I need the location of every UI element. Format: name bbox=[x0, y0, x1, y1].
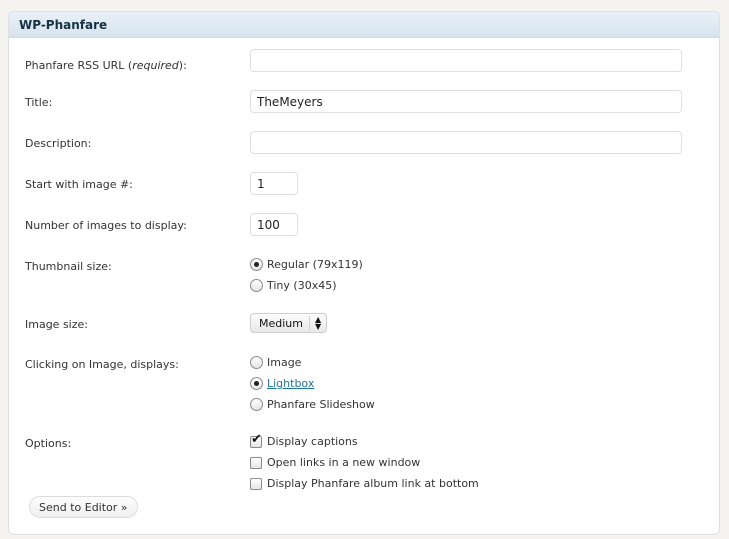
image-size-label: Image size: bbox=[25, 318, 88, 331]
description-label: Description: bbox=[25, 137, 92, 150]
options-label: Options: bbox=[25, 437, 72, 450]
num-images-label: Number of images to display: bbox=[25, 219, 187, 232]
checkbox-open-new-window[interactable] bbox=[250, 456, 262, 469]
click-option-slideshow[interactable]: Phanfare Slideshow bbox=[250, 394, 375, 415]
lightbox-link[interactable]: Lightbox bbox=[267, 377, 314, 390]
click-option-image-label: Image bbox=[267, 356, 302, 369]
num-images-input[interactable] bbox=[250, 213, 298, 236]
thumbnail-option-tiny[interactable]: Tiny (30x45) bbox=[250, 275, 363, 296]
select-arrows-icon: ▲ ▼ bbox=[308, 316, 326, 331]
option-display-captions[interactable]: Display captions bbox=[250, 431, 479, 452]
title-input[interactable] bbox=[250, 90, 682, 113]
options-group: Display captions Open links in a new win… bbox=[250, 431, 479, 494]
radio-lightbox[interactable] bbox=[250, 377, 263, 390]
thumbnail-size-group: Regular (79x119) Tiny (30x45) bbox=[250, 254, 363, 296]
rss-url-label-suffix: ): bbox=[178, 59, 187, 72]
rss-url-label-prefix: Phanfare RSS URL ( bbox=[25, 59, 133, 72]
thumbnail-option-regular-label: Regular (79x119) bbox=[267, 258, 363, 271]
image-size-value: Medium bbox=[259, 316, 303, 330]
wp-phanfare-panel: WP-Phanfare Phanfare RSS URL (required):… bbox=[8, 11, 720, 535]
rss-url-label-required: required bbox=[132, 59, 179, 72]
radio-tiny[interactable] bbox=[250, 279, 263, 292]
rss-url-input[interactable] bbox=[250, 49, 682, 72]
panel-title: WP-Phanfare bbox=[9, 12, 719, 38]
title-label: Title: bbox=[25, 96, 53, 109]
click-option-image[interactable]: Image bbox=[250, 352, 375, 373]
thumbnail-option-tiny-label: Tiny (30x45) bbox=[267, 279, 337, 292]
option-album-link[interactable]: Display Phanfare album link at bottom bbox=[250, 473, 479, 494]
image-size-select[interactable]: Medium ▲ ▼ bbox=[250, 313, 328, 333]
start-image-input[interactable] bbox=[250, 172, 298, 195]
send-to-editor-button[interactable]: Send to Editor » bbox=[29, 496, 138, 518]
description-input[interactable] bbox=[250, 131, 682, 154]
option-open-new-window-label: Open links in a new window bbox=[267, 456, 421, 469]
click-display-group: Image Lightbox Phanfare Slideshow bbox=[250, 352, 375, 415]
radio-image[interactable] bbox=[250, 356, 263, 369]
click-display-label: Clicking on Image, displays: bbox=[25, 358, 179, 371]
thumbnail-option-regular[interactable]: Regular (79x119) bbox=[250, 254, 363, 275]
click-option-slideshow-label: Phanfare Slideshow bbox=[267, 398, 375, 411]
thumbnail-size-label: Thumbnail size: bbox=[25, 260, 112, 273]
start-image-label: Start with image #: bbox=[25, 178, 133, 191]
rss-url-label: Phanfare RSS URL (required): bbox=[25, 59, 187, 72]
radio-regular[interactable] bbox=[250, 258, 263, 271]
click-option-lightbox[interactable]: Lightbox bbox=[250, 373, 375, 394]
option-album-link-label: Display Phanfare album link at bottom bbox=[267, 477, 479, 490]
checkbox-album-link[interactable] bbox=[250, 477, 262, 490]
option-display-captions-label: Display captions bbox=[267, 435, 358, 448]
option-open-new-window[interactable]: Open links in a new window bbox=[250, 452, 479, 473]
radio-slideshow[interactable] bbox=[250, 398, 263, 411]
checkbox-display-captions[interactable] bbox=[250, 432, 262, 448]
